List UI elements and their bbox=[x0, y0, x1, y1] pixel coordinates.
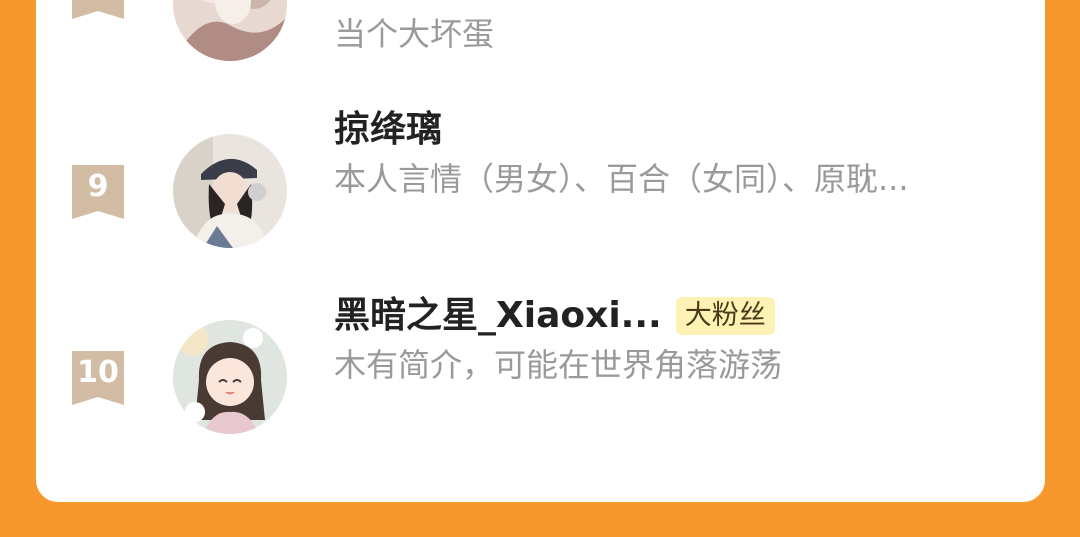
username[interactable]: 黑暗之星_Xiaoxi... bbox=[334, 292, 662, 340]
ranking-card: 8 当个大坏蛋 9 bbox=[36, 0, 1045, 502]
name-line: 黑暗之星_Xiaoxi... 大粉丝 bbox=[334, 292, 775, 340]
list-item[interactable]: 9 掠绛璃 本人言情（男女）、百合（女同）、原耽... bbox=[36, 109, 1045, 250]
user-bio: 本人言情（男女）、百合（女同）、原耽... bbox=[334, 160, 909, 198]
rank-badge: 10 bbox=[72, 351, 124, 405]
avatar[interactable] bbox=[173, 320, 287, 434]
username[interactable]: 掠绛璃 bbox=[334, 106, 442, 154]
avatar[interactable] bbox=[173, 134, 287, 248]
avatar-anime-icon bbox=[173, 320, 287, 434]
rank-number: 10 bbox=[77, 355, 119, 390]
rank-badge: 8 bbox=[72, 0, 124, 19]
rank-number: 9 bbox=[87, 169, 109, 204]
avatar-photo-icon bbox=[173, 134, 287, 248]
fan-level-badge: 大粉丝 bbox=[675, 297, 775, 335]
list-item[interactable]: 10 黑暗之星_Xiaoxi... 大粉丝 木有简介，可能在世界角落游荡 bbox=[36, 295, 1045, 436]
rank-number: 8 bbox=[72, 0, 124, 5]
list-item[interactable]: 8 当个大坏蛋 bbox=[36, 0, 1045, 80]
avatar-photo-icon bbox=[173, 0, 287, 61]
user-bio: 木有简介，可能在世界角落游荡 bbox=[334, 346, 783, 384]
avatar[interactable] bbox=[173, 0, 287, 61]
name-line: 掠绛璃 bbox=[334, 106, 442, 154]
rank-badge: 9 bbox=[72, 165, 124, 219]
user-bio: 当个大坏蛋 bbox=[334, 15, 495, 53]
